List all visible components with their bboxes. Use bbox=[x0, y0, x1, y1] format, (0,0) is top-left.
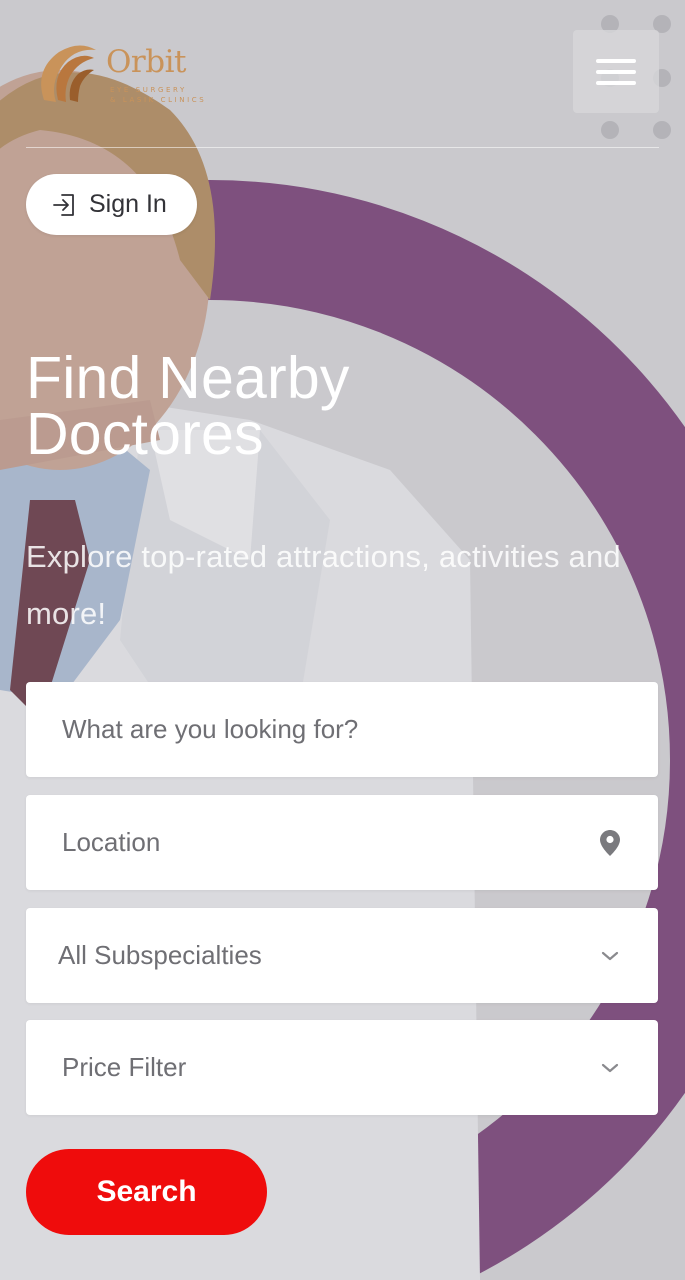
subspecialty-selected-value: All Subspecialties bbox=[58, 940, 262, 970]
site-header: Orbit EYE SURGERY & LASIK CLINICS bbox=[26, 30, 659, 148]
hamburger-icon-bar bbox=[596, 69, 636, 74]
price-filter-select[interactable]: Price Filter bbox=[26, 1020, 658, 1115]
hamburger-menu-button[interactable] bbox=[573, 30, 659, 113]
logo[interactable]: Orbit EYE SURGERY & LASIK CLINICS bbox=[34, 40, 204, 106]
chevron-down-icon bbox=[598, 1056, 622, 1080]
search-button[interactable]: Search bbox=[26, 1149, 267, 1235]
location-input[interactable] bbox=[62, 827, 599, 858]
logo-mark-icon bbox=[41, 45, 96, 102]
keyword-field[interactable] bbox=[26, 682, 658, 777]
map-pin-icon[interactable] bbox=[599, 829, 622, 856]
location-field[interactable] bbox=[26, 795, 658, 890]
logo-subtitle-line1: EYE SURGERY bbox=[110, 86, 187, 94]
hero-title: Find Nearby Doctores bbox=[26, 345, 350, 467]
chevron-down-icon bbox=[598, 944, 622, 968]
sign-in-icon bbox=[51, 192, 77, 218]
hamburger-icon-bar bbox=[596, 58, 636, 63]
hamburger-icon-bar bbox=[596, 80, 636, 85]
sign-in-label: Sign In bbox=[89, 190, 167, 218]
price-filter-selected-value: Price Filter bbox=[62, 1052, 187, 1082]
sign-in-button[interactable]: Sign In bbox=[26, 174, 197, 235]
hero-subtitle: Explore top-rated attractions, activitie… bbox=[26, 539, 621, 631]
subspecialty-select[interactable]: All Subspecialties bbox=[26, 908, 658, 1003]
logo-name: Orbit bbox=[106, 44, 186, 80]
logo-subtitle-line2: & LASIK CLINICS bbox=[110, 96, 207, 104]
keyword-search-input[interactable] bbox=[62, 714, 622, 745]
